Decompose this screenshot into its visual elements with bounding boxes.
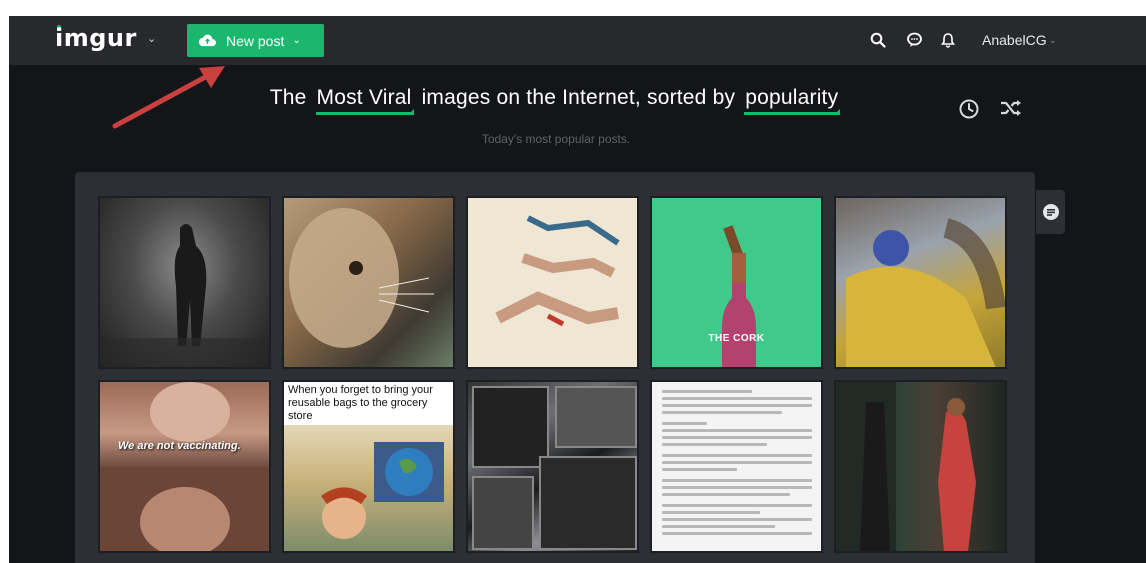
gallery-post[interactable] — [466, 380, 639, 553]
sort-selector[interactable]: popularity — [744, 86, 841, 115]
imgur-window: imgur ⌄ New post ⌄ AnabelCG ⌄ The Most V… — [9, 16, 1146, 563]
gallery-post[interactable]: THE CORK — [650, 196, 823, 369]
gallery-post[interactable] — [466, 196, 639, 369]
post-image — [321, 442, 444, 539]
clock-icon[interactable] — [958, 98, 980, 125]
gallery-post[interactable] — [834, 196, 1007, 369]
post-image — [662, 390, 812, 539]
annotation-arrow — [112, 66, 225, 129]
new-post-button[interactable]: New post ⌄ — [187, 24, 324, 57]
post-image — [846, 218, 1005, 367]
headline-prefix: The — [269, 86, 307, 109]
post-image — [100, 224, 269, 367]
gallery-post[interactable] — [834, 380, 1007, 553]
new-post-label: New post — [226, 32, 285, 49]
chevron-down-icon[interactable]: ⌄ — [147, 32, 156, 45]
chevron-down-icon[interactable]: ⌄ — [1049, 35, 1057, 46]
comment-icon — [1042, 204, 1059, 220]
shuffle-icon[interactable] — [999, 98, 1023, 123]
gallery-post[interactable]: We are not vaccinating. — [98, 380, 271, 553]
headline-middle: images on the Internet, sorted by — [421, 86, 736, 109]
section-selector[interactable]: Most Viral — [315, 86, 414, 115]
gallery-post[interactable]: When you forget to bring your reusable b… — [282, 380, 455, 553]
post-caption: We are not vaccinating. — [118, 440, 241, 452]
imgur-logo[interactable]: imgur — [55, 24, 137, 52]
bell-icon[interactable] — [938, 30, 958, 50]
gallery-post[interactable] — [98, 196, 271, 369]
gallery-post[interactable] — [282, 196, 455, 369]
gallery-post[interactable] — [650, 380, 823, 553]
cloud-upload-icon — [199, 34, 216, 47]
username-menu[interactable]: AnabelCG — [982, 32, 1047, 48]
post-image — [289, 208, 434, 348]
search-icon[interactable] — [868, 30, 888, 50]
post-image — [472, 386, 637, 550]
chevron-down-icon: ⌄ — [292, 35, 301, 46]
post-image — [836, 382, 976, 551]
post-image — [100, 382, 269, 551]
post-image — [495, 215, 620, 327]
post-caption: THE CORK — [708, 333, 765, 344]
chat-icon[interactable] — [904, 30, 924, 50]
chat-drawer-toggle[interactable] — [1036, 190, 1065, 234]
